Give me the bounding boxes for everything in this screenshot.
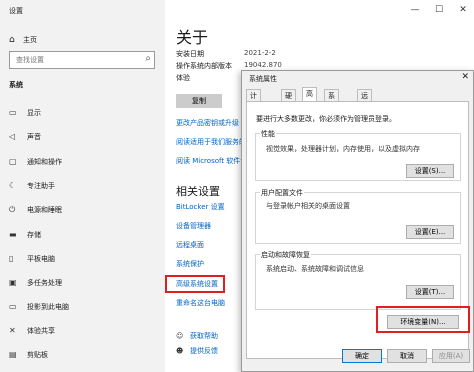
search-icon: ⌕	[145, 53, 151, 64]
link-get-help[interactable]: ☺ 获取帮助	[176, 331, 218, 341]
link-remote-desktop[interactable]: 远程桌面	[176, 240, 204, 250]
link-label: 获取帮助	[190, 332, 218, 340]
link-label: 提供反馈	[190, 347, 218, 355]
project-icon: ▭	[9, 302, 17, 311]
info-value: 19042.870	[244, 61, 282, 69]
sidebar-item-label: 显示	[27, 109, 41, 117]
sidebar-item-label: 电源和睡眠	[27, 206, 62, 214]
home-icon: ⌂	[9, 35, 15, 45]
clipboard-icon: ▤	[9, 350, 17, 359]
title-bar: 设置 — ☐ ✕	[0, 0, 474, 22]
dialog-close-icon[interactable]: ✕	[461, 72, 469, 82]
sidebar-item-tablet[interactable]: ▯ 平板电脑	[9, 252, 55, 266]
user-profiles-settings-button[interactable]: 设置(E)...	[406, 225, 454, 239]
highlight-environment-variables	[376, 306, 470, 333]
info-key: 操作系统内部版本	[176, 62, 232, 70]
user-profiles-group: 用户配置文件 与登录帐户相关的桌面设置 设置(E)...	[255, 188, 461, 244]
sidebar-item-label: 平板电脑	[27, 255, 55, 263]
info-key: 安装日期	[176, 50, 204, 58]
display-icon: ▭	[9, 108, 17, 117]
group-description: 与登录帐户相关的桌面设置	[266, 202, 350, 210]
startup-recovery-settings-button[interactable]: 设置(T)...	[406, 285, 454, 299]
link-change-product-key[interactable]: 更改产品密钥或升级	[176, 118, 239, 128]
sidebar-item-clipboard[interactable]: ▤ 剪贴板	[9, 348, 48, 362]
admin-notice: 要进行大多数更改，你必须作为管理员登录。	[256, 115, 396, 123]
sidebar-item-label: 投影到此电脑	[27, 303, 69, 311]
group-label: 性能	[260, 129, 276, 139]
minimize-button[interactable]: —	[404, 0, 426, 20]
help-icon: ☺	[176, 332, 184, 340]
link-rename-pc[interactable]: 重命名这台电脑	[176, 298, 225, 308]
sidebar-item-project[interactable]: ▭ 投影到此电脑	[9, 300, 69, 314]
window-title: 设置	[9, 7, 23, 15]
link-feedback[interactable]: ☻ 提供反馈	[176, 346, 218, 356]
link-system-protection[interactable]: 系统保护	[176, 259, 204, 269]
close-button[interactable]: ✕	[452, 0, 474, 20]
section-label: 系统	[9, 81, 23, 89]
search-input[interactable]	[14, 55, 138, 65]
link-bitlocker[interactable]: BitLocker 设置	[176, 202, 225, 212]
highlight-advanced-settings	[165, 275, 225, 293]
notification-icon: ▢	[9, 157, 17, 166]
link-device-manager[interactable]: 设备管理器	[176, 221, 211, 231]
ok-button[interactable]: 确定	[342, 349, 382, 363]
sidebar-item-storage[interactable]: ▬ 存储	[9, 228, 41, 242]
tab-advanced[interactable]: 高级	[302, 87, 317, 110]
performance-settings-button[interactable]: 设置(S)...	[406, 164, 454, 178]
sidebar-item-notifications[interactable]: ▢ 通知和操作	[9, 155, 62, 169]
sidebar-item-label: 剪贴板	[27, 351, 48, 359]
sidebar-item-label: 声音	[27, 133, 41, 141]
sidebar-item-multitask[interactable]: ▣ 多任务处理	[9, 276, 62, 290]
group-description: 系统启动、系统故障和调试信息	[266, 265, 364, 273]
sidebar-item-share[interactable]: ✕ 体验共享	[9, 324, 55, 338]
sidebar-item-sound[interactable]: ◁ 声音	[9, 130, 41, 144]
storage-icon: ▬	[9, 230, 17, 239]
group-label: 用户配置文件	[260, 188, 304, 198]
maximize-button[interactable]: ☐	[428, 0, 450, 20]
startup-recovery-group: 启动和故障恢复 系统启动、系统故障和调试信息 设置(T)...	[255, 250, 461, 310]
sidebar-item-focus[interactable]: ☾ 专注助手	[9, 179, 55, 193]
sound-icon: ◁	[9, 132, 16, 141]
sidebar-item-label: 存储	[27, 231, 41, 239]
sidebar-item-label: 专注助手	[27, 182, 55, 190]
sidebar-item-power[interactable]: ⏻ 电源和睡眠	[9, 203, 62, 217]
info-value: 2021-2-2	[244, 49, 276, 57]
multitask-icon: ▣	[9, 278, 17, 287]
link-services-agreement[interactable]: 阅读适用于我们服务的	[176, 137, 246, 147]
group-description: 视觉效果，处理器计划，内存使用，以及虚拟内存	[266, 145, 420, 153]
copy-button[interactable]: 复制	[176, 94, 222, 108]
moon-icon: ☾	[9, 181, 17, 190]
home-nav[interactable]: ⌂ 主页	[9, 33, 37, 47]
power-icon: ⏻	[9, 205, 16, 214]
dialog-title: 系统属性	[249, 75, 277, 83]
performance-group: 性能 视觉效果，处理器计划，内存使用，以及虚拟内存 设置(S)...	[255, 129, 461, 181]
apply-button[interactable]: 应用(A)	[432, 349, 470, 363]
group-label: 启动和故障恢复	[260, 250, 311, 260]
feedback-icon: ☻	[176, 347, 184, 355]
related-settings-title: 相关设置	[176, 185, 220, 198]
sidebar-item-display[interactable]: ▭ 显示	[9, 106, 41, 120]
search-box[interactable]: ⌕	[9, 51, 155, 69]
share-icon: ✕	[9, 326, 16, 335]
cancel-button[interactable]: 取消	[387, 349, 427, 363]
page-title: 关于	[176, 28, 209, 47]
link-license-terms[interactable]: 阅读 Microsoft 软件许	[176, 156, 247, 166]
info-key: 体验	[176, 74, 190, 82]
sidebar-item-label: 通知和操作	[27, 158, 62, 166]
sidebar-item-label: 体验共享	[27, 327, 55, 335]
home-label: 主页	[23, 36, 37, 44]
sidebar-item-label: 多任务处理	[27, 279, 62, 287]
tablet-icon: ▯	[9, 254, 14, 263]
